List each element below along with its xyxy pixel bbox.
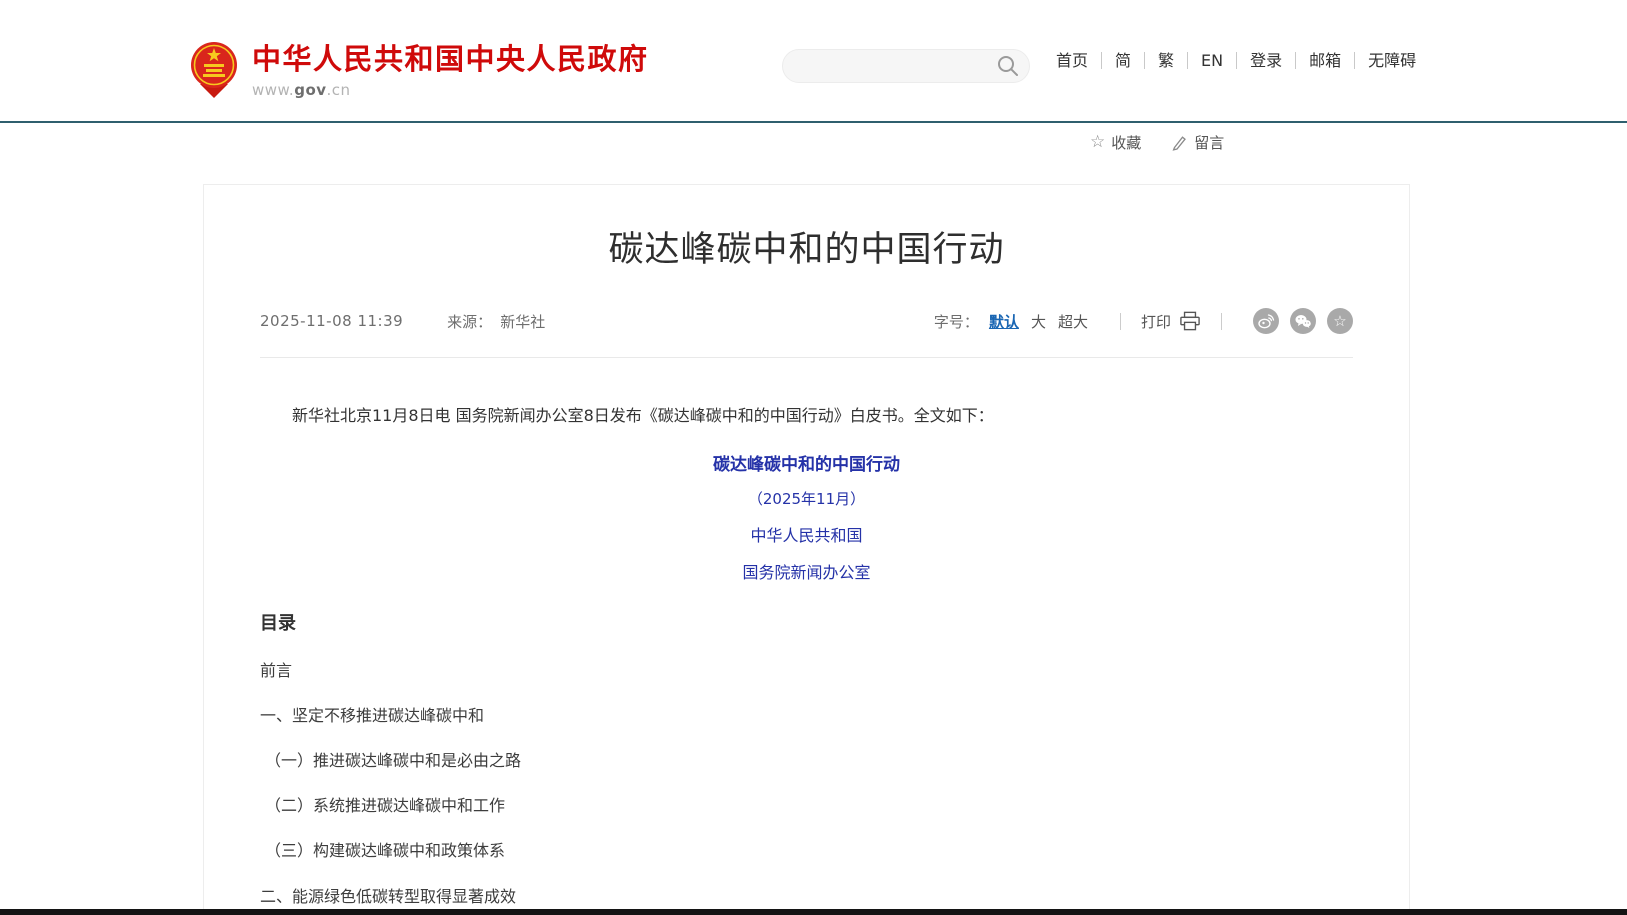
article-title: 碳达峰碳中和的中国行动 <box>260 221 1353 272</box>
search-icon[interactable] <box>996 54 1020 78</box>
site-url-prefix: www. <box>252 81 294 99</box>
toc-item-preface: 前言 <box>260 661 1353 680</box>
article-meta-left: 2025-11-08 11:39 来源： 新华社 <box>260 311 545 332</box>
nav-home[interactable]: 首页 <box>1043 52 1102 69</box>
toc-item-1-1: （一）推进碳达峰碳中和是必由之路 <box>260 751 1353 770</box>
printer-icon <box>1179 311 1201 331</box>
window-bottom-edge <box>0 909 1627 915</box>
article-meta-controls: 字号： 默认 大 超大 打印 <box>934 308 1353 334</box>
share-wechat-button[interactable] <box>1290 308 1316 334</box>
nav-simplified[interactable]: 简 <box>1102 52 1145 69</box>
toc-heading: 目录 <box>260 609 1353 635</box>
document-date: （2025年11月） <box>260 488 1353 509</box>
page-actions: ☆ 收藏 留言 <box>1090 132 1254 153</box>
message-label: 留言 <box>1194 132 1224 153</box>
document-org-line1: 中华人民共和国 <box>260 522 1353 546</box>
nav-english[interactable]: EN <box>1188 52 1237 69</box>
toc-item-1: 一、坚定不移推进碳达峰碳中和 <box>260 706 1353 725</box>
article-meta-row: 2025-11-08 11:39 来源： 新华社 字号： 默认 大 超大 打印 <box>260 308 1353 358</box>
source-name[interactable]: 新华社 <box>500 311 545 332</box>
site-url: www.gov.cn <box>252 81 649 99</box>
fontsize-label: 字号： <box>934 311 979 332</box>
site-header: 中华人民共和国中央人民政府 www.gov.cn 首页 简 繁 EN 登录 邮箱… <box>0 0 1627 121</box>
share-group: ☆ <box>1242 308 1353 334</box>
site-logo[interactable]: 中华人民共和国中央人民政府 www.gov.cn <box>190 40 649 99</box>
share-more-button[interactable]: ☆ <box>1327 308 1353 334</box>
nav-login[interactable]: 登录 <box>1237 52 1296 69</box>
document-org-line2: 国务院新闻办公室 <box>260 559 1353 583</box>
site-url-suffix: .cn <box>327 81 351 99</box>
document-heading: 碳达峰碳中和的中国行动 （2025年11月） 中华人民共和国 国务院新闻办公室 <box>260 450 1353 583</box>
toc-item-1-3: （三）构建碳达峰碳中和政策体系 <box>260 841 1353 860</box>
search-box <box>782 49 1030 83</box>
print-label: 打印 <box>1141 311 1171 332</box>
separator <box>1120 313 1121 330</box>
nav-mail[interactable]: 邮箱 <box>1296 52 1355 69</box>
site-url-gov: gov <box>294 81 326 99</box>
print-button[interactable]: 打印 <box>1141 311 1201 332</box>
search-input[interactable] <box>783 50 996 82</box>
separator <box>1221 313 1222 330</box>
header-divider <box>0 121 1627 123</box>
article-card: 碳达峰碳中和的中国行动 2025-11-08 11:39 来源： 新华社 字号：… <box>203 184 1410 915</box>
pencil-icon <box>1171 134 1188 151</box>
source-label: 来源： <box>447 311 492 332</box>
nav-traditional[interactable]: 繁 <box>1145 52 1188 69</box>
fontsize-default-button[interactable]: 默认 <box>989 311 1019 332</box>
site-title: 中华人民共和国中央人民政府 <box>252 44 649 76</box>
message-button[interactable]: 留言 <box>1171 132 1224 153</box>
favorite-button[interactable]: ☆ 收藏 <box>1090 132 1141 153</box>
fontsize-large-button[interactable]: 大 <box>1031 311 1046 332</box>
publish-date: 2025-11-08 11:39 <box>260 312 403 330</box>
share-star-icon: ☆ <box>1333 314 1346 329</box>
toc-item-2: 二、能源绿色低碳转型取得显著成效 <box>260 887 1353 906</box>
toc-item-1-2: （二）系统推进碳达峰碳中和工作 <box>260 796 1353 815</box>
weibo-icon <box>1257 312 1275 330</box>
fontsize-xlarge-button[interactable]: 超大 <box>1058 311 1088 332</box>
favorite-label: 收藏 <box>1111 132 1141 153</box>
lead-paragraph: 新华社北京11月8日电 国务院新闻办公室8日发布《碳达峰碳中和的中国行动》白皮书… <box>260 403 1353 429</box>
national-emblem-icon <box>190 40 238 98</box>
document-title: 碳达峰碳中和的中国行动 <box>260 450 1353 475</box>
star-icon: ☆ <box>1090 134 1105 151</box>
nav-accessibility[interactable]: 无障碍 <box>1355 52 1429 69</box>
top-nav: 首页 简 繁 EN 登录 邮箱 无障碍 <box>1043 0 1429 121</box>
share-weibo-button[interactable] <box>1253 308 1279 334</box>
wechat-icon <box>1294 312 1312 330</box>
